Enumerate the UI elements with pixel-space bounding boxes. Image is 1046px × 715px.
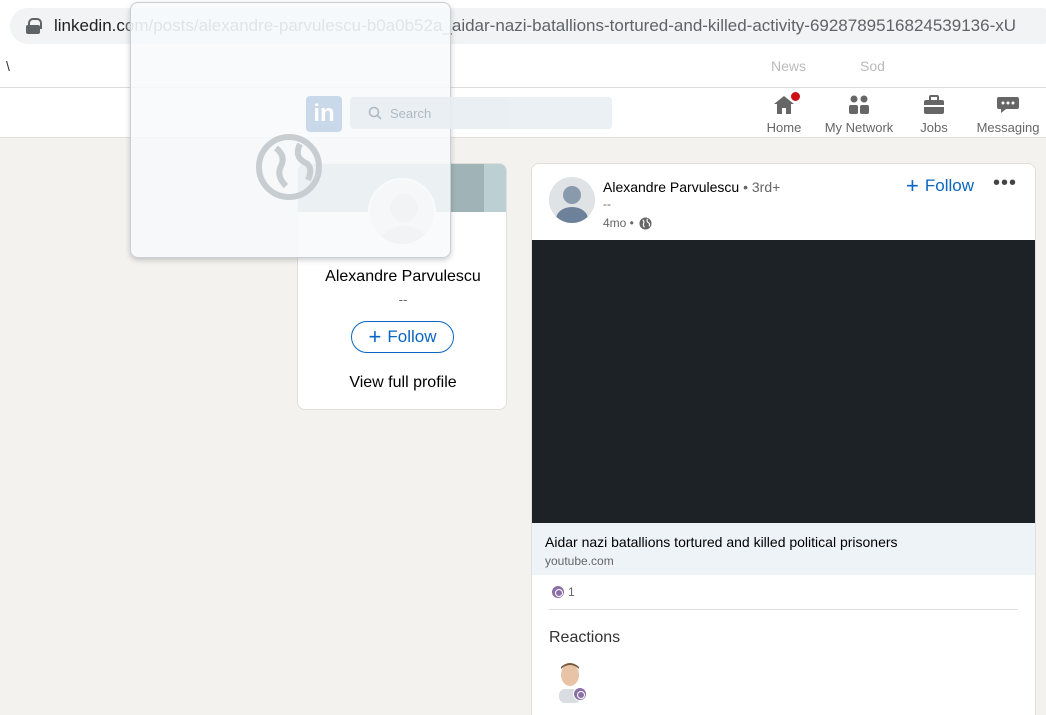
link-preview[interactable]: Aidar nazi batallions tortured and kille…: [532, 523, 1035, 575]
plus-icon: +: [906, 173, 919, 198]
support-reaction-icon: [573, 687, 587, 701]
bookmark-item[interactable]: News: [771, 58, 806, 74]
lock-icon[interactable]: [26, 18, 42, 34]
nav-label: Home: [766, 120, 802, 135]
reactions-heading: Reactions: [549, 629, 621, 646]
video-player[interactable]: [532, 240, 1035, 523]
bookmark-item[interactable]: Sod: [860, 58, 885, 74]
notification-badge: [789, 90, 802, 103]
divider: [549, 609, 1018, 610]
home-icon: [772, 90, 802, 116]
post-timestamp: 4mo •: [603, 216, 652, 230]
hover-popup: [130, 2, 451, 258]
avatar[interactable]: [549, 177, 595, 223]
nav-home[interactable]: Home: [766, 90, 802, 135]
nav-label: Messaging: [976, 120, 1040, 135]
post-headline: --: [603, 197, 611, 211]
nav-messaging[interactable]: Messaging: [976, 94, 1040, 135]
reactions-summary[interactable]: 1: [551, 585, 575, 599]
nav-label: Jobs: [920, 120, 948, 135]
nav-my-network[interactable]: My Network: [824, 94, 894, 135]
profile-name[interactable]: Alexandre Parvulescu: [298, 268, 506, 286]
time-label: 4mo •: [603, 216, 634, 230]
follow-label: Follow: [387, 327, 437, 346]
url-host: linkedin.c: [54, 16, 125, 35]
search-input[interactable]: Search: [350, 97, 612, 129]
plus-icon: +: [368, 324, 382, 349]
reactor-avatar[interactable]: [555, 659, 587, 703]
view-full-profile-link[interactable]: View full profile: [298, 374, 506, 392]
reaction-count: 1: [568, 585, 575, 599]
follow-label: Follow: [924, 176, 974, 195]
bookmark-item[interactable]: \: [6, 58, 10, 74]
post-card: Alexandre Parvulescu • 3rd+ -- 4mo • + F…: [531, 163, 1036, 715]
chat-icon: [996, 94, 1020, 116]
profile-headline: --: [398, 292, 408, 307]
link-title[interactable]: Aidar nazi batallions tortured and kille…: [545, 534, 898, 550]
connection-degree: • 3rd+: [743, 179, 781, 195]
globe-icon: [256, 134, 322, 200]
more-options-icon[interactable]: •••: [993, 172, 1017, 195]
network-icon: [847, 94, 871, 116]
search-icon: [368, 106, 382, 120]
briefcase-icon: [922, 94, 946, 116]
follow-button[interactable]: + Follow: [351, 321, 454, 353]
author-name[interactable]: Alexandre Parvulescu: [603, 179, 739, 195]
post-author[interactable]: Alexandre Parvulescu • 3rd+: [603, 179, 780, 195]
nav-label: My Network: [824, 120, 894, 135]
nav-jobs[interactable]: Jobs: [919, 94, 949, 135]
globe-icon: [639, 216, 652, 230]
link-domain: youtube.com: [545, 554, 614, 568]
linkedin-logo-icon[interactable]: in: [306, 96, 342, 132]
post-follow-button[interactable]: + Follow: [906, 175, 974, 197]
search-placeholder: Search: [390, 105, 432, 121]
support-reaction-icon: [551, 585, 565, 599]
